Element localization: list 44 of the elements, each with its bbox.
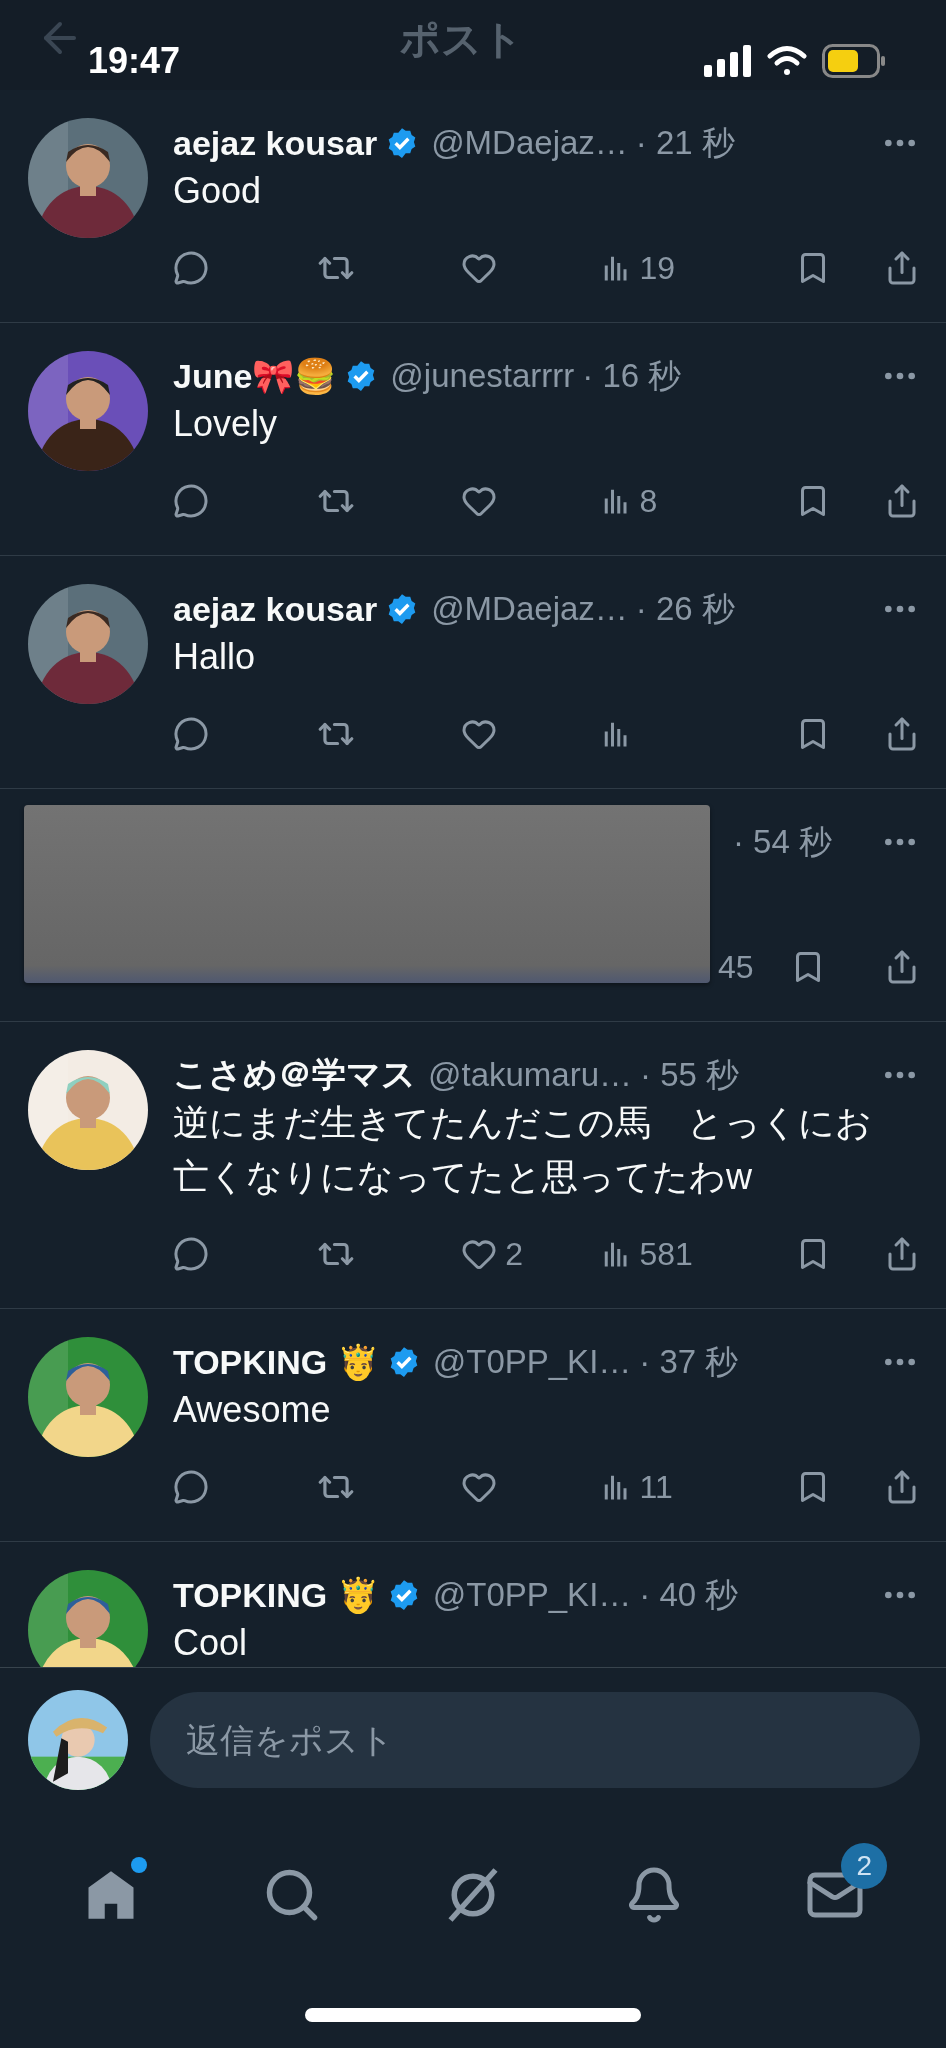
header-title: ポスト: [400, 16, 523, 63]
author-handle: @takumaru…: [428, 1056, 633, 1094]
author-handle: @MDaejaz…: [431, 124, 628, 162]
author-name[interactable]: aejaz kousar: [173, 123, 378, 163]
post-time: · 37 秒: [639, 1341, 739, 1382]
status-time: 19:47: [88, 40, 181, 82]
post-text: Good: [173, 169, 263, 213]
views-button[interactable]: 8: [601, 482, 737, 520]
unread-count: 2: [841, 1843, 888, 1889]
like-button[interactable]: 2: [461, 1235, 602, 1273]
views-button[interactable]: 11: [601, 1468, 737, 1506]
post-time: · 54 秒: [732, 821, 832, 862]
views-button[interactable]: 45: [718, 948, 778, 986]
post-text: Lovely: [173, 402, 279, 446]
author-handle: @MDaejaz…: [431, 590, 628, 628]
author-name[interactable]: aejaz kousar: [173, 589, 378, 629]
post-text: 逆にまだ生きてたんだこの馬 とっくにお亡くなりになってたと思ってたわw: [173, 1101, 873, 1199]
speech-bubble-icon: [173, 1469, 209, 1505]
views-button[interactable]: 581: [601, 1235, 737, 1273]
speech-bubble-icon: [173, 716, 209, 752]
author-name[interactable]: こさめ＠学マス: [173, 1052, 416, 1098]
wifi-icon: [766, 45, 808, 77]
messages-tab[interactable]: 2: [783, 1843, 888, 1947]
speech-bubble-icon: [173, 1236, 209, 1272]
author-name[interactable]: June🎀🍔: [173, 356, 337, 396]
post-time: · 16 秒: [582, 355, 682, 396]
post-time: · 55 秒: [640, 1054, 740, 1095]
post-text: Awesome: [173, 1388, 332, 1432]
author-handle: @T0PP_KI…: [432, 1576, 632, 1614]
speech-bubble-icon: [173, 483, 209, 519]
post-time: · 40 秒: [639, 1574, 739, 1615]
author-handle: @T0PP_KI…: [432, 1343, 632, 1381]
reply-input-field[interactable]: 返信をポスト: [150, 1692, 920, 1788]
post-text: Hallo: [173, 635, 257, 679]
author-name[interactable]: TOPKING 🤴: [173, 1342, 379, 1382]
speech-bubble-icon: [173, 250, 209, 286]
views-button[interactable]: 19: [601, 249, 737, 287]
post-time: · 26 秒: [635, 588, 735, 629]
battery-icon: [822, 44, 886, 78]
post-time: · 21 秒: [635, 122, 735, 163]
author-handle: @junestarrrr: [390, 357, 575, 395]
signal-icon: [704, 45, 752, 77]
post-text: Cool: [173, 1621, 249, 1665]
author-name[interactable]: TOPKING 🤴: [173, 1575, 379, 1615]
